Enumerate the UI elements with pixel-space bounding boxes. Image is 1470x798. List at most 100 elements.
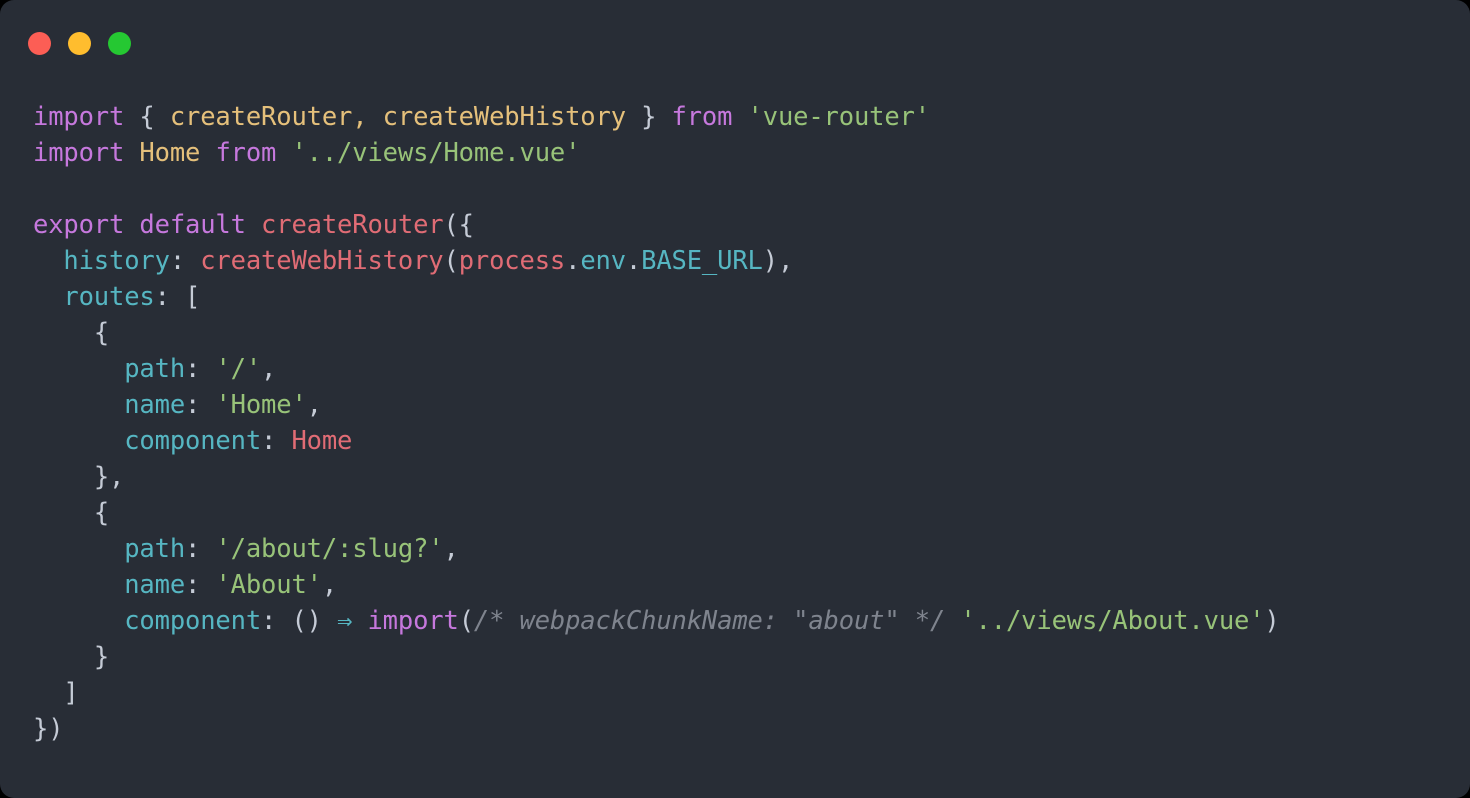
code-token: : — [261, 426, 277, 456]
code-token: { — [93, 498, 110, 528]
window-titlebar — [0, 0, 1470, 86]
code-line: path: '/', — [33, 351, 1470, 387]
code-token: 'About' — [215, 570, 322, 600]
code-token: import — [33, 138, 125, 168]
code-token: ), — [762, 246, 794, 276]
code-token: ] — [63, 678, 79, 708]
code-token: component — [124, 426, 262, 456]
code-token: from — [671, 102, 733, 132]
close-window-button[interactable] — [28, 31, 51, 55]
code-token: ( — [443, 246, 459, 276]
code-token: '/about/:slug?' — [215, 534, 444, 564]
code-line: path: '/about/:slug?', — [33, 531, 1470, 567]
code-token: '/' — [215, 354, 262, 384]
code-line: import { createRouter, createWebHistory … — [33, 99, 1470, 135]
code-token: process — [458, 246, 566, 276]
code-token: createWebHistory — [382, 102, 626, 132]
code-line: }) — [33, 711, 1470, 747]
code-token: createRouter — [261, 210, 444, 240]
code-block[interactable]: import { createRouter, createWebHistory … — [33, 99, 1470, 747]
code-token: Home — [291, 426, 353, 456]
code-token: 'Home' — [215, 390, 307, 420]
code-token: , — [352, 102, 368, 132]
code-line: component: () ⇒ import(/* webpackChunkNa… — [33, 603, 1470, 639]
code-line: }, — [33, 459, 1470, 495]
code-token: . — [625, 246, 642, 276]
code-token: { — [139, 102, 155, 132]
code-token: history — [63, 246, 170, 276]
code-token: , — [261, 354, 277, 384]
code-token: name — [124, 390, 186, 420]
code-token: createRouter — [169, 102, 353, 132]
code-token: createWebHistory — [200, 246, 444, 276]
code-line: { — [33, 315, 1470, 351]
code-token: from — [215, 138, 277, 168]
code-token: routes — [63, 282, 155, 312]
code-line: history: createWebHistory(process.env.BA… — [33, 243, 1470, 279]
code-line: ] — [33, 675, 1470, 711]
code-line: } — [33, 639, 1470, 675]
code-token: }) — [33, 714, 64, 744]
code-token: : — [185, 534, 201, 564]
code-line: { — [33, 495, 1470, 531]
code-token: , — [321, 570, 338, 600]
code-token: name — [124, 570, 186, 600]
code-token: : — [261, 606, 277, 636]
code-token: : — [185, 390, 201, 420]
minimize-window-button[interactable] — [68, 31, 91, 55]
maximize-window-button[interactable] — [108, 31, 131, 55]
code-token: default — [139, 210, 246, 240]
code-token: : — [185, 570, 201, 600]
code-window: import { createRouter, createWebHistory … — [0, 0, 1470, 798]
code-token: () — [291, 606, 322, 636]
code-token: import — [367, 606, 459, 636]
code-token: export — [33, 210, 125, 240]
code-token: ⇒ — [337, 606, 353, 636]
code-token: import — [33, 102, 125, 132]
code-token: }, — [93, 462, 125, 492]
code-token: env — [580, 246, 626, 276]
code-token: } — [93, 642, 110, 672]
code-token: . — [565, 246, 581, 276]
code-token: ) — [1264, 606, 1280, 636]
code-token: [ — [185, 282, 201, 312]
code-token: 'vue-router' — [747, 102, 931, 132]
code-token: '../views/Home.vue' — [291, 138, 581, 168]
code-token: path — [124, 354, 186, 384]
code-token: } — [641, 102, 657, 132]
code-line: export default createRouter({ — [33, 207, 1470, 243]
code-token: Home — [139, 138, 201, 168]
code-token: : — [154, 282, 170, 312]
code-token: { — [93, 318, 110, 348]
code-token: path — [124, 534, 186, 564]
code-token: , — [443, 534, 459, 564]
code-token: : — [185, 354, 201, 384]
